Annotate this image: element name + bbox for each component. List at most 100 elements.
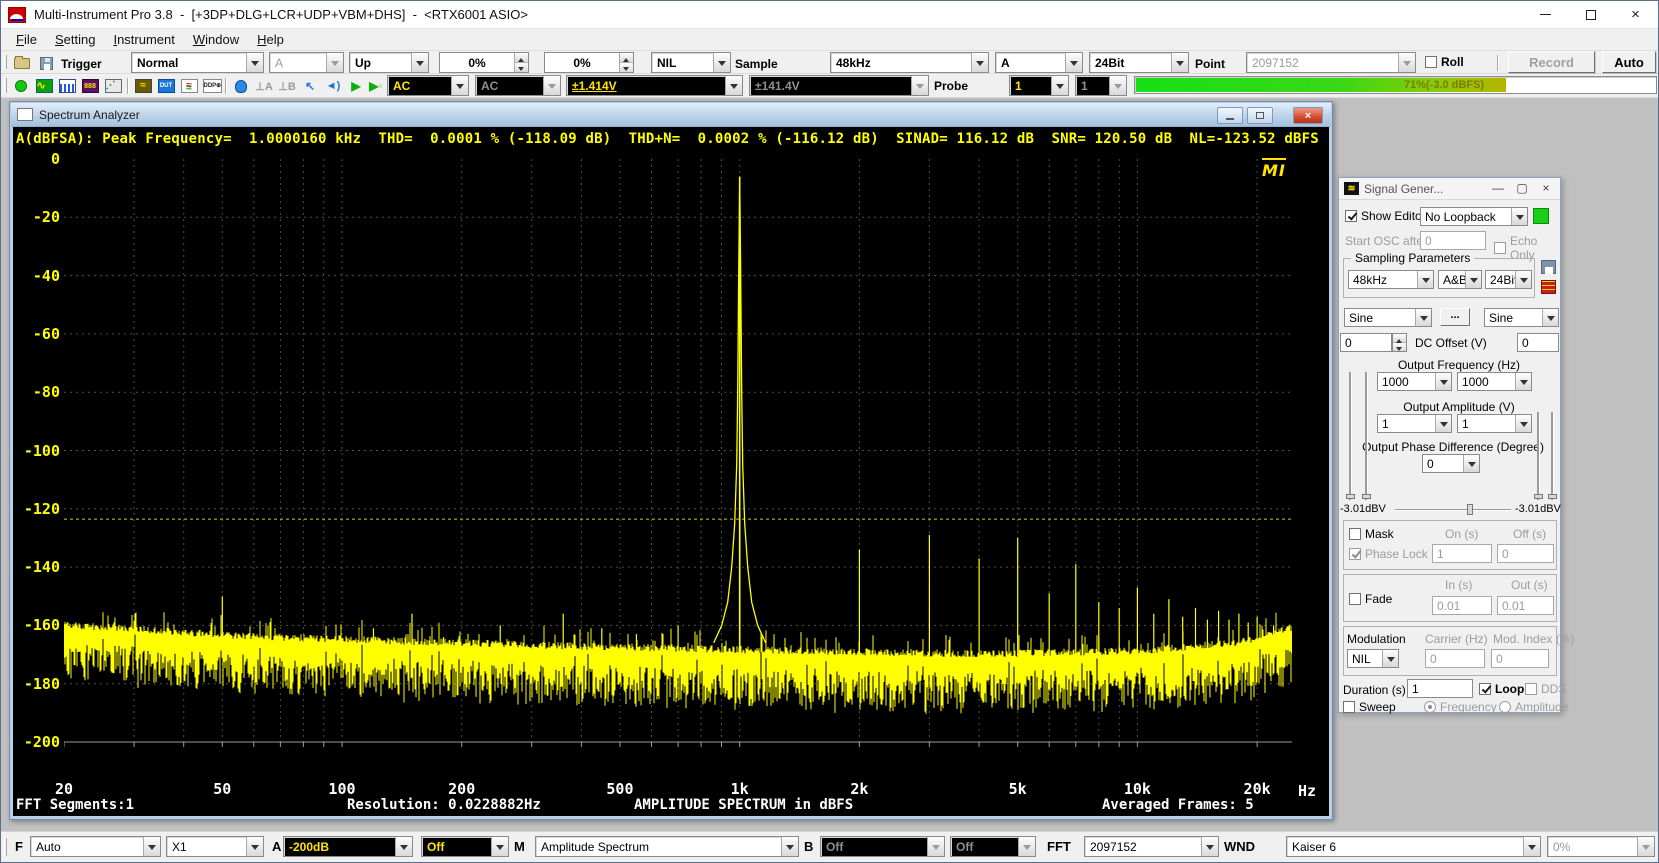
- spectrum-analyzer-icon[interactable]: [56, 76, 78, 96]
- menu-setting[interactable]: Setting: [46, 30, 104, 49]
- amplitude-b-slider[interactable]: [1537, 412, 1540, 500]
- probe-calibration-icon[interactable]: ↖: [299, 76, 321, 96]
- fade-out-input[interactable]: 0.01: [1497, 596, 1554, 615]
- dc-offset-spinner[interactable]: [1392, 333, 1407, 352]
- point-count-combo[interactable]: 2097152: [1246, 52, 1416, 73]
- siggen-maximize-button[interactable]: ▢: [1512, 181, 1532, 197]
- phase-difference-combo[interactable]: 0: [1422, 454, 1480, 473]
- siggen-rate-combo[interactable]: 48kHz: [1348, 270, 1434, 289]
- zoom-combo[interactable]: X1: [166, 836, 264, 857]
- a-shift-combo[interactable]: Off: [421, 836, 509, 857]
- maximize-button[interactable]: [1568, 1, 1613, 28]
- siggen-close-button[interactable]: ×: [1536, 181, 1556, 197]
- range-a-combo[interactable]: ±1.414V: [566, 75, 743, 96]
- b-shift-combo[interactable]: Off: [950, 836, 1036, 857]
- run-stop-icon[interactable]: [10, 76, 32, 96]
- open-file-icon[interactable]: [11, 53, 33, 73]
- ground-a-icon[interactable]: ⊥A: [253, 76, 275, 96]
- waveform-a-combo[interactable]: Sine: [1344, 308, 1432, 327]
- trigger-hpf-combo[interactable]: NIL: [651, 52, 731, 73]
- a-range-combo[interactable]: -200dB: [283, 836, 413, 857]
- probe-b-combo[interactable]: 1: [1075, 75, 1127, 96]
- frequency-a-combo[interactable]: 1000: [1377, 372, 1452, 391]
- b-range-combo[interactable]: Off: [820, 836, 945, 857]
- derived-data-icon[interactable]: ≈: [178, 76, 200, 96]
- fade-checkbox[interactable]: Fade: [1349, 592, 1392, 606]
- coupling-b-combo[interactable]: AC: [475, 75, 561, 96]
- dc-offset-b-input[interactable]: 0: [1517, 333, 1559, 352]
- coupling-a-combo[interactable]: AC: [387, 75, 469, 96]
- amplitude-b-fine-slider[interactable]: [1551, 412, 1554, 500]
- spectrum-restore-button[interactable]: [1247, 107, 1273, 124]
- mask-off-input[interactable]: 0: [1497, 544, 1554, 563]
- siggen-run-button[interactable]: [1533, 208, 1549, 224]
- spin-up-icon[interactable]: [1393, 334, 1406, 343]
- siggen-bits-combo[interactable]: 24Bit: [1485, 270, 1532, 289]
- window-function-combo[interactable]: Kaiser 6: [1286, 836, 1541, 857]
- menu-help[interactable]: Help: [248, 30, 293, 49]
- slider-handle[interactable]: [1534, 494, 1543, 499]
- siggen-channels-combo[interactable]: A&B: [1438, 270, 1482, 289]
- ground-b-icon[interactable]: ⊥B: [276, 76, 298, 96]
- sound-output-icon[interactable]: ◄): [322, 76, 344, 96]
- spectrum-close-button[interactable]: ×: [1293, 107, 1323, 124]
- trigger-mode-combo[interactable]: Normal: [131, 52, 264, 73]
- siggen-minimize-button[interactable]: —: [1488, 181, 1508, 197]
- duration-input[interactable]: 1: [1407, 679, 1473, 698]
- phase-slider[interactable]: [1395, 509, 1511, 511]
- loopback-combo[interactable]: No Loopback: [1420, 207, 1528, 226]
- carrier-input[interactable]: 0: [1425, 649, 1485, 668]
- device-test-plan-icon[interactable]: [230, 76, 252, 96]
- mask-checkbox[interactable]: Mask: [1349, 527, 1394, 541]
- trigger-delay-spinner[interactable]: 0%: [544, 52, 634, 73]
- spin-down-icon[interactable]: [1393, 343, 1406, 351]
- frequency-b-combo[interactable]: 1000: [1457, 372, 1532, 391]
- spectrum-plot[interactable]: [64, 159, 1292, 748]
- roll-checkbox[interactable]: Roll: [1425, 55, 1464, 69]
- phase-lock-checkbox[interactable]: Phase Lock: [1349, 547, 1428, 561]
- amplitude-b-combo[interactable]: 1: [1457, 414, 1532, 433]
- waveform-b-combo[interactable]: Sine: [1484, 308, 1559, 327]
- toolbar-grip[interactable]: [4, 78, 7, 93]
- minimize-button[interactable]: [1523, 1, 1568, 28]
- close-button[interactable]: ×: [1613, 1, 1658, 28]
- display-mode-combo[interactable]: Amplitude Spectrum: [535, 836, 799, 857]
- fade-in-input[interactable]: 0.01: [1432, 596, 1492, 615]
- siggen-save-icon[interactable]: [1541, 260, 1556, 274]
- trigger-edge-combo[interactable]: Up: [349, 52, 429, 73]
- frequency-axis-combo[interactable]: Auto: [30, 836, 161, 857]
- amplitude-a-combo[interactable]: 1: [1377, 414, 1452, 433]
- sampling-channel-combo[interactable]: A: [995, 52, 1083, 73]
- record-button[interactable]: Record: [1508, 51, 1595, 73]
- slider-handle[interactable]: [1467, 504, 1473, 515]
- sweep-checkbox[interactable]: Sweep: [1343, 700, 1396, 714]
- dut-icon[interactable]: DUT: [155, 76, 177, 96]
- slider-handle[interactable]: [1548, 494, 1557, 499]
- dc-offset-a-input[interactable]: 0: [1340, 333, 1392, 352]
- play-loop-icon[interactable]: ▶○: [365, 76, 387, 96]
- siggen-dds-icon[interactable]: [1541, 280, 1556, 294]
- slider-handle[interactable]: [1362, 494, 1371, 499]
- spin-up-icon[interactable]: [515, 53, 528, 63]
- spectrum-minimize-button[interactable]: [1217, 107, 1243, 124]
- menu-file[interactable]: File: [7, 30, 46, 49]
- waveform-editor-button[interactable]: ...: [1440, 308, 1470, 326]
- save-icon[interactable]: [35, 53, 57, 73]
- mask-on-input[interactable]: 1: [1432, 544, 1492, 563]
- slider-handle[interactable]: [1346, 494, 1355, 499]
- spectrum-3d-plot-icon[interactable]: ⋰: [102, 76, 124, 96]
- spin-down-icon[interactable]: [515, 63, 528, 72]
- spectrum-title-bar[interactable]: Spectrum Analyzer ×: [11, 103, 1331, 127]
- overlap-combo[interactable]: 0%: [1547, 836, 1655, 857]
- multimeter-icon[interactable]: 888: [79, 76, 101, 96]
- signal-generator-title-bar[interactable]: ≋ Signal Gener... — ▢ ×: [1339, 178, 1560, 200]
- toolbar-grip[interactable]: [4, 838, 7, 856]
- amplitude-a-fine-slider[interactable]: [1365, 372, 1368, 500]
- oscilloscope-icon[interactable]: ∿: [33, 76, 55, 96]
- modulation-type-combo[interactable]: NIL: [1347, 649, 1399, 668]
- loop-checkbox[interactable]: Loop: [1479, 682, 1524, 696]
- probe-a-combo[interactable]: 1: [1009, 75, 1069, 96]
- auto-button[interactable]: Auto: [1602, 51, 1656, 73]
- fft-size-combo[interactable]: 2097152: [1084, 836, 1219, 857]
- trigger-source-combo[interactable]: A: [269, 52, 344, 73]
